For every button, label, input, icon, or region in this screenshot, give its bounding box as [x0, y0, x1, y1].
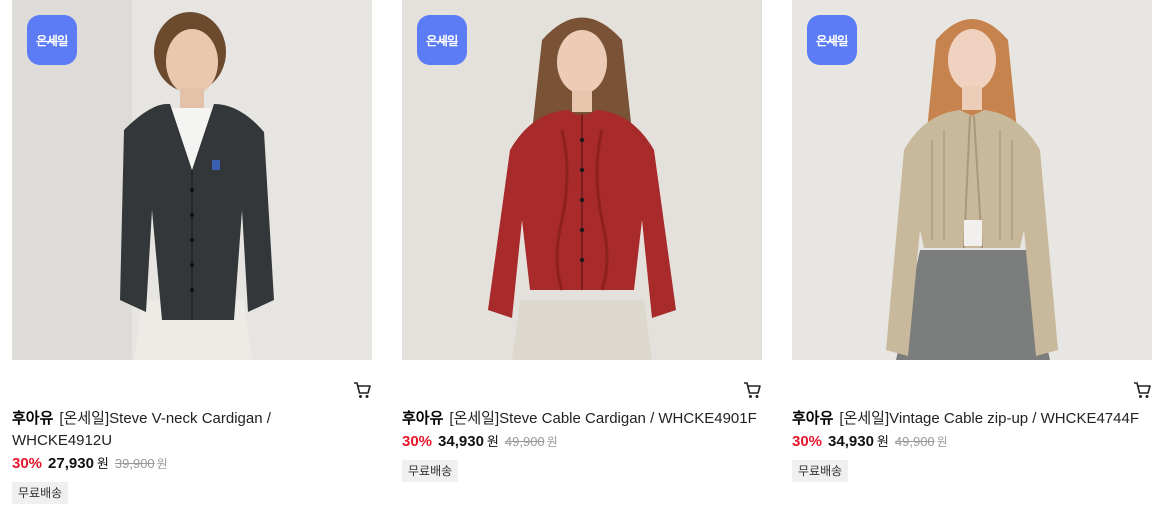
- product-name: [온세일]Steve Cable Cardigan / WHCKE4901F: [449, 410, 757, 427]
- badge-label: 온세일: [426, 33, 458, 48]
- sale-price: 27,930: [48, 455, 94, 472]
- cart-row: [792, 360, 1152, 400]
- sale-price: 34,930: [438, 433, 484, 450]
- product-image-link[interactable]: 온세일: [792, 0, 1152, 360]
- currency-unit: 원: [876, 434, 889, 449]
- on-sale-badge: 온세일: [807, 15, 857, 65]
- free-shipping-tag: 무료배송: [402, 460, 459, 482]
- product-info: 후아유 [온세일]Vintage Cable zip-up / WHCKE4744…: [792, 408, 1152, 482]
- product-card: 온세일 후아유 [온세일]Steve Cable Cardigan / WHCKE…: [402, 0, 762, 482]
- price-row: 30% 34,930 원 49,900 원: [792, 431, 1152, 453]
- free-shipping-tag: 무료배송: [792, 460, 849, 482]
- brand-name: 후아유: [402, 410, 444, 427]
- product-image-link[interactable]: 온세일: [12, 0, 372, 360]
- on-sale-badge: 온세일: [417, 15, 467, 65]
- free-shipping-tag: 무료배송: [12, 482, 69, 504]
- product-card: 온세일 후아유 [온세일]Steve V-neck Cardigan / WHCK…: [12, 0, 372, 504]
- original-price: 39,900: [114, 456, 155, 471]
- original-currency-unit: 원: [546, 435, 558, 449]
- original-price: 49,900: [894, 434, 935, 449]
- currency-unit: 원: [486, 434, 499, 449]
- currency-unit: 원: [96, 456, 109, 471]
- product-title[interactable]: 후아유 [온세일]Steve V-neck Cardigan / WHCKE491…: [12, 408, 282, 452]
- brand-name: 후아유: [12, 410, 54, 427]
- product-info: 후아유 [온세일]Steve V-neck Cardigan / WHCKE491…: [12, 408, 372, 504]
- product-card: 온세일 후아유 [온세일]Vintage Cable zip-up / WHCKE…: [792, 0, 1152, 482]
- product-title[interactable]: 후아유 [온세일]Vintage Cable zip-up / WHCKE4744…: [792, 408, 1152, 430]
- original-currency-unit: 원: [936, 435, 948, 449]
- product-image-link[interactable]: 온세일: [402, 0, 762, 360]
- product-title[interactable]: 후아유 [온세일]Steve Cable Cardigan / WHCKE4901…: [402, 408, 762, 430]
- product-grid: 온세일 후아유 [온세일]Steve V-neck Cardigan / WHCK…: [0, 0, 1160, 512]
- cart-icon[interactable]: [742, 380, 762, 400]
- discount-rate: 30%: [402, 433, 433, 450]
- on-sale-badge: 온세일: [27, 15, 77, 65]
- price-row: 30% 34,930 원 49,900 원: [402, 431, 762, 453]
- original-price: 49,900: [504, 434, 545, 449]
- product-info: 후아유 [온세일]Steve Cable Cardigan / WHCKE4901…: [402, 408, 762, 482]
- cart-icon[interactable]: [352, 380, 372, 400]
- badge-label: 온세일: [36, 33, 68, 48]
- cart-icon[interactable]: [1132, 380, 1152, 400]
- brand-name: 후아유: [792, 410, 834, 427]
- sale-price: 34,930: [828, 433, 874, 450]
- discount-rate: 30%: [792, 433, 823, 450]
- badge-label: 온세일: [816, 33, 848, 48]
- discount-rate: 30%: [12, 455, 43, 472]
- product-name: [온세일]Vintage Cable zip-up / WHCKE4744F: [839, 410, 1139, 427]
- cart-row: [12, 360, 372, 400]
- price-row: 30% 27,930 원 39,900 원: [12, 453, 372, 475]
- cart-row: [402, 360, 762, 400]
- original-currency-unit: 원: [156, 457, 168, 471]
